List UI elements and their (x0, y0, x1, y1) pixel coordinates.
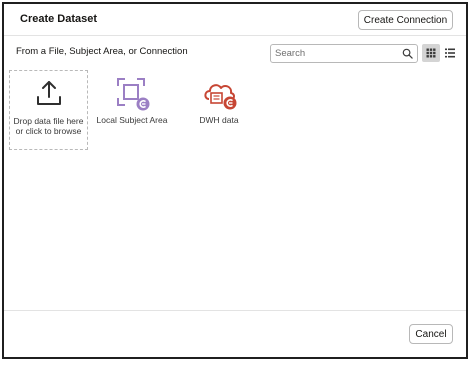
create-connection-button[interactable]: Create Connection (358, 10, 453, 30)
cancel-button[interactable]: Cancel (409, 324, 453, 344)
upload-icon (37, 81, 61, 105)
local-subject-area-label: Local Subject Area (96, 115, 168, 125)
create-dataset-dialog: Create Dataset Create Connection From a … (2, 2, 468, 359)
local-subject-area-tile[interactable]: Local Subject Area (96, 70, 168, 150)
upload-file-tile[interactable]: Drop data file here or click to browse (9, 70, 88, 150)
search-input[interactable] (275, 46, 395, 61)
header-divider (4, 35, 466, 36)
search-box[interactable] (270, 44, 418, 63)
search-icon[interactable] (402, 48, 413, 59)
upload-file-label: Drop data file here or click to browse (13, 116, 84, 136)
list-view-button[interactable] (443, 44, 457, 62)
dwh-data-label: DWH data (199, 115, 239, 125)
dwh-connection-icon (204, 84, 237, 110)
dialog-title: Create Dataset (20, 13, 98, 25)
source-label: From a File, Subject Area, or Connection (16, 46, 188, 57)
local-subject-area-icon (117, 78, 150, 111)
list-view-icon (445, 48, 455, 58)
grid-view-icon (426, 48, 436, 58)
footer-divider (4, 310, 466, 311)
grid-view-button[interactable] (422, 44, 440, 62)
dwh-data-tile[interactable]: DWH data (184, 70, 254, 150)
